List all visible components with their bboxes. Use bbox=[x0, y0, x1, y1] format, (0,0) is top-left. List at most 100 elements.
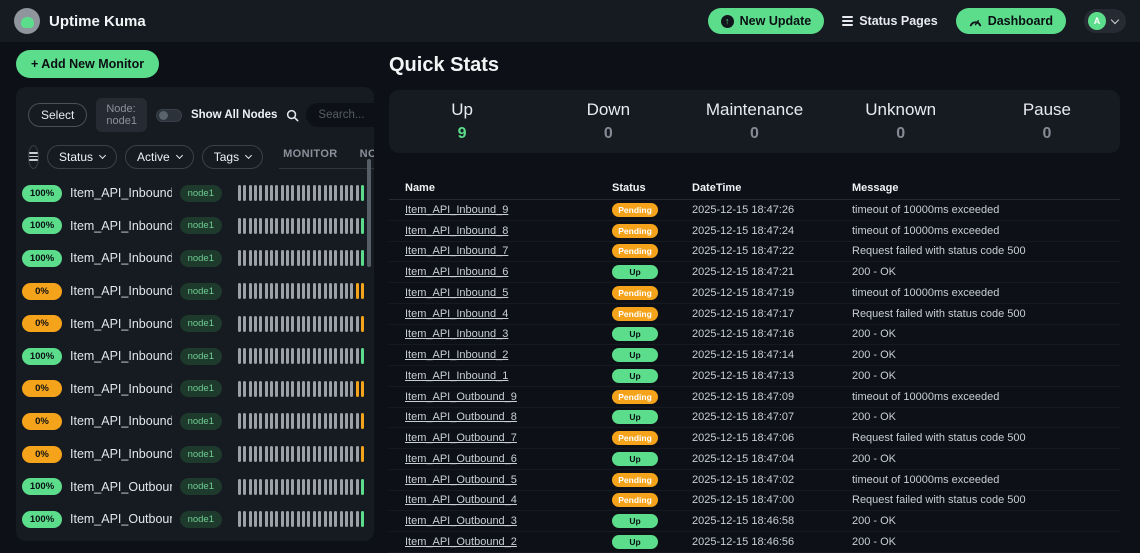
heartbeat-beat bbox=[238, 413, 241, 429]
col-header-name: Name bbox=[389, 182, 612, 194]
heartbeat-beat bbox=[243, 283, 246, 299]
monitor-link[interactable]: Item_API_Outbound_5 bbox=[405, 474, 517, 486]
heartbeat-beat bbox=[265, 316, 268, 332]
monitor-list-item[interactable]: 0% Item_API_Inbound_8 node1 bbox=[22, 405, 364, 438]
heartbeat-beat bbox=[249, 348, 252, 364]
heartbeat-beat bbox=[302, 413, 305, 429]
monitor-list-item[interactable]: 0% Item_API_Inbound_9 node1 bbox=[22, 438, 364, 471]
heartbeat-beat bbox=[334, 479, 337, 495]
heartbeat-beat bbox=[281, 218, 284, 234]
event-datetime: 2025-12-15 18:47:26 bbox=[692, 204, 852, 216]
monitor-link[interactable]: Item_API_Inbound_5 bbox=[405, 287, 508, 299]
monitor-link[interactable]: Item_API_Outbound_4 bbox=[405, 494, 517, 506]
heartbeat-bar bbox=[238, 413, 364, 429]
monitor-link[interactable]: Item_API_Inbound_7 bbox=[405, 245, 508, 257]
tags-filter-dropdown[interactable]: Tags bbox=[202, 145, 263, 169]
events-table: Name Status DateTime Message Item_API_In… bbox=[389, 176, 1120, 553]
monitor-link[interactable]: Item_API_Inbound_9 bbox=[405, 204, 508, 216]
heartbeat-beat bbox=[313, 218, 316, 234]
monitor-toolbar-filters: Status Active Tags MONITOR NODESTATUS bbox=[16, 136, 374, 169]
heartbeat-beat bbox=[249, 316, 252, 332]
heartbeat-beat bbox=[243, 250, 246, 266]
monitor-list-item[interactable]: 100% Item_API_Inbound_1 node1 bbox=[22, 177, 364, 210]
user-menu[interactable]: A bbox=[1084, 9, 1126, 33]
heartbeat-beat bbox=[238, 185, 241, 201]
show-all-nodes-toggle[interactable] bbox=[156, 109, 182, 122]
heartbeat-beat bbox=[307, 479, 310, 495]
filter-icon[interactable] bbox=[28, 145, 39, 169]
tab-nodestatus[interactable]: NODESTATUS bbox=[360, 148, 374, 160]
monitor-list-item[interactable]: 0% Item_API_Inbound_5 node1 bbox=[22, 307, 364, 340]
monitor-link[interactable]: Item_API_Outbound_2 bbox=[405, 536, 517, 548]
monitor-link[interactable]: Item_API_Inbound_8 bbox=[405, 225, 508, 237]
monitor-list-item[interactable]: 0% Item_API_Inbound_4 node1 bbox=[22, 275, 364, 308]
monitor-list-item[interactable]: 100% Item_API_Inbound_6 node1 bbox=[22, 340, 364, 373]
heartbeat-beat bbox=[340, 479, 343, 495]
monitor-link[interactable]: Item_API_Inbound_2 bbox=[405, 349, 508, 361]
monitor-link[interactable]: Item_API_Outbound_3 bbox=[405, 515, 517, 527]
speedometer-icon bbox=[969, 16, 982, 27]
chevron-down-icon bbox=[99, 151, 106, 158]
stat-label: Unknown bbox=[828, 100, 974, 120]
heartbeat-beat bbox=[302, 348, 305, 364]
search-input[interactable] bbox=[306, 103, 374, 127]
col-header-message: Message bbox=[852, 182, 1120, 194]
main-area: Quick Stats Up 9 Down 0 Maintenance 0 Un… bbox=[376, 42, 1140, 553]
status-badge: Pending bbox=[612, 224, 658, 238]
monitor-link[interactable]: Item_API_Inbound_6 bbox=[405, 266, 508, 278]
heartbeat-beat bbox=[243, 381, 246, 397]
heartbeat-beat bbox=[334, 185, 337, 201]
monitor-link[interactable]: Item_API_Outbound_7 bbox=[405, 432, 517, 444]
heartbeat-beat bbox=[254, 185, 257, 201]
heartbeat-beat bbox=[313, 316, 316, 332]
heartbeat-beat bbox=[259, 283, 262, 299]
heartbeat-beat bbox=[259, 381, 262, 397]
monitor-link[interactable]: Item_API_Outbound_8 bbox=[405, 411, 517, 423]
monitor-list-scrollbar[interactable] bbox=[367, 159, 371, 267]
monitor-list-item[interactable]: 100% Item_API_Outbound_1 node1 bbox=[22, 470, 364, 503]
monitor-list-item[interactable]: 100% Item_API_Outbound_2 node1 bbox=[22, 503, 364, 536]
heartbeat-beat bbox=[307, 316, 310, 332]
status-badge: Up bbox=[612, 265, 658, 279]
status-badge: Up bbox=[612, 514, 658, 528]
search-icon bbox=[286, 109, 299, 122]
heartbeat-beat bbox=[313, 250, 316, 266]
monitor-link[interactable]: Item_API_Inbound_3 bbox=[405, 328, 508, 340]
monitor-link[interactable]: Item_API_Outbound_6 bbox=[405, 453, 517, 465]
monitor-list-item[interactable]: 100% Item_API_Inbound_3 node1 bbox=[22, 242, 364, 275]
heartbeat-bar bbox=[238, 446, 364, 462]
monitor-link[interactable]: Item_API_Inbound_4 bbox=[405, 308, 508, 320]
heartbeat-beat bbox=[318, 446, 321, 462]
heartbeat-beat bbox=[307, 381, 310, 397]
monitor-list-item[interactable]: 100% Item_API_Outbound_3 node1 bbox=[22, 536, 364, 541]
tab-monitor[interactable]: MONITOR bbox=[283, 148, 338, 160]
select-button[interactable]: Select bbox=[28, 103, 87, 127]
new-update-button[interactable]: ↑ New Update bbox=[708, 8, 825, 34]
table-row: Item_API_Outbound_9 Pending 2025-12-15 1… bbox=[389, 387, 1120, 408]
active-filter-dropdown[interactable]: Active bbox=[125, 145, 194, 169]
brand[interactable]: Uptime Kuma bbox=[14, 8, 146, 34]
monitor-link[interactable]: Item_API_Outbound_9 bbox=[405, 391, 517, 403]
heartbeat-beat bbox=[345, 250, 348, 266]
node-tag: node1 bbox=[180, 348, 222, 365]
heartbeat-beat bbox=[291, 479, 294, 495]
monitor-list-item[interactable]: 100% Item_API_Inbound_2 node1 bbox=[22, 210, 364, 243]
monitor-list-item[interactable]: 0% Item_API_Inbound_7 node1 bbox=[22, 373, 364, 406]
heartbeat-beat bbox=[318, 413, 321, 429]
heartbeat-beat bbox=[361, 250, 364, 266]
dashboard-button[interactable]: Dashboard bbox=[956, 8, 1066, 34]
heartbeat-beat bbox=[270, 479, 273, 495]
stat-block: Maintenance 0 bbox=[681, 100, 827, 143]
heartbeat-beat bbox=[350, 316, 353, 332]
status-pages-link[interactable]: Status Pages bbox=[842, 14, 938, 28]
heartbeat-beat bbox=[270, 446, 273, 462]
heartbeat-beat bbox=[345, 316, 348, 332]
add-new-monitor-button[interactable]: + Add New Monitor bbox=[16, 50, 159, 78]
heartbeat-beat bbox=[334, 413, 337, 429]
monitor-link[interactable]: Item_API_Inbound_1 bbox=[405, 370, 508, 382]
heartbeat-beat bbox=[350, 446, 353, 462]
heartbeat-beat bbox=[350, 250, 353, 266]
heartbeat-beat bbox=[254, 218, 257, 234]
heartbeat-beat bbox=[340, 185, 343, 201]
status-filter-dropdown[interactable]: Status bbox=[47, 145, 117, 169]
